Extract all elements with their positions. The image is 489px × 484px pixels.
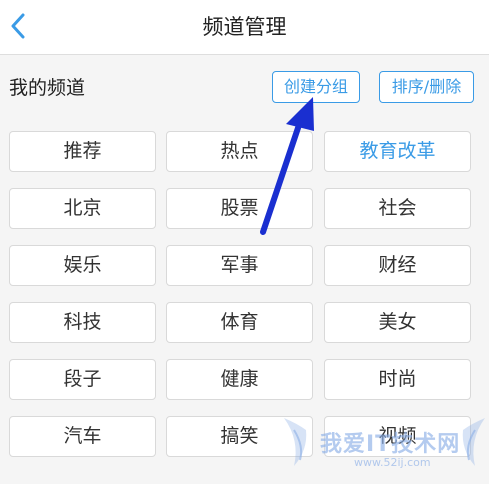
channel-item[interactable]: 段子 [9,359,156,400]
channel-item[interactable]: 财经 [324,245,471,286]
channel-item[interactable]: 北京 [9,188,156,229]
channel-item[interactable]: 推荐 [9,131,156,172]
channel-item[interactable]: 时尚 [324,359,471,400]
channel-item[interactable]: 军事 [166,245,313,286]
channel-item[interactable]: 热点 [166,131,313,172]
channel-item[interactable]: 健康 [166,359,313,400]
channel-item[interactable]: 体育 [166,302,313,343]
channel-item[interactable]: 社会 [324,188,471,229]
channel-grid: 推荐 热点 教育改革北京 股票 社会娱乐 军事 财经科技 体育 美女段子 健康 时尚汽车 搞笑 视频 [0,0,489,484]
channel-item[interactable]: 教育改革 [324,131,471,172]
channel-item[interactable]: 美女 [324,302,471,343]
channel-item[interactable]: 股票 [166,188,313,229]
channel-item[interactable]: 汽车 [9,416,156,457]
channel-item[interactable]: 娱乐 [9,245,156,286]
channel-item[interactable]: 视频 [324,416,471,457]
channel-item[interactable]: 搞笑 [166,416,313,457]
channel-item[interactable]: 科技 [9,302,156,343]
